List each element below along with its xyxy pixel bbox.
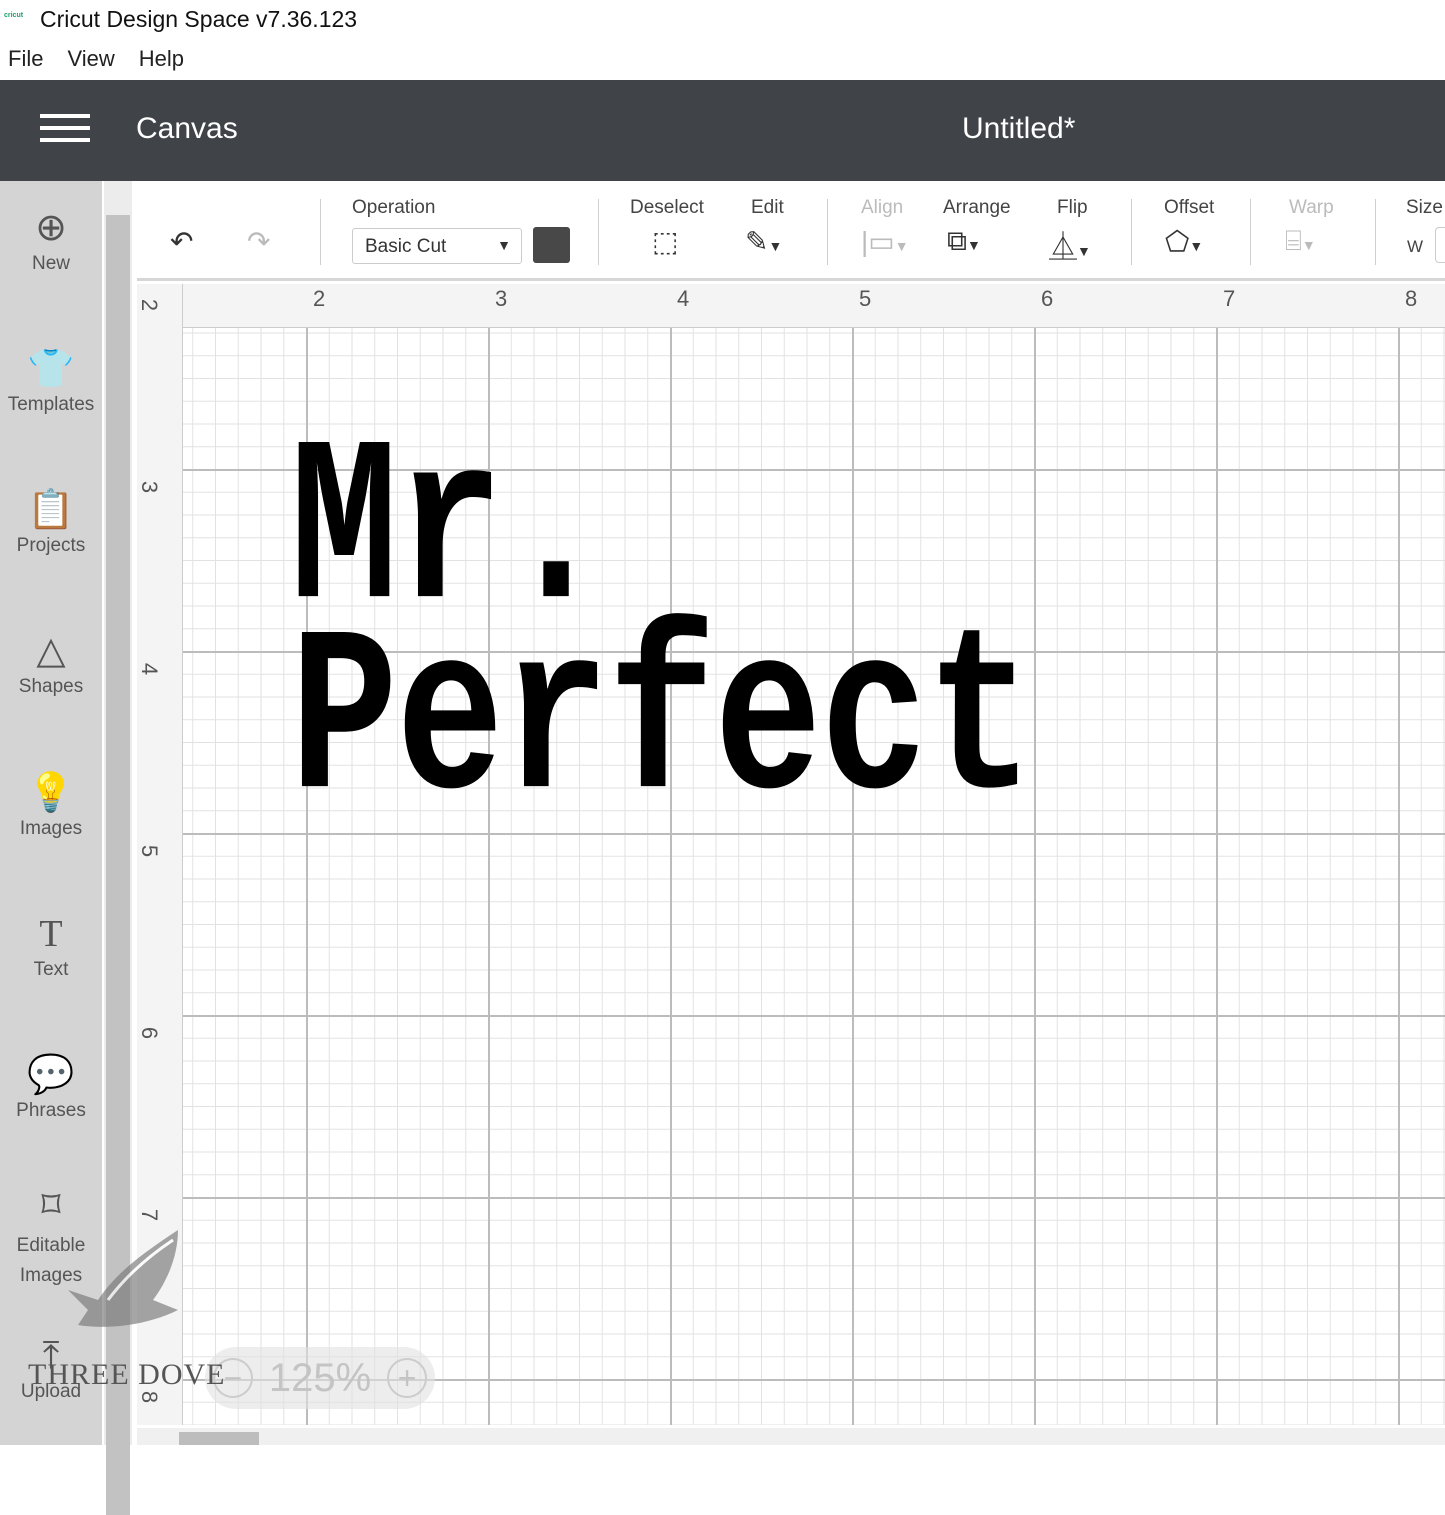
arrange-icon[interactable]: ⧉▼ (947, 225, 981, 258)
ruler-label: 5 (859, 286, 872, 311)
operation-select[interactable]: Basic Cut ▼ (352, 228, 522, 264)
align-icon[interactable]: |▭▼ (861, 225, 909, 258)
size-label: Size (1406, 197, 1443, 218)
edit-label: Edit (751, 197, 784, 218)
arrange-label: Arrange (943, 197, 1011, 218)
canvas-text-line-2[interactable]: Perfect (290, 608, 1034, 842)
watermark-text: THREE DOVE (28, 1358, 226, 1391)
clipboard-icon: 📋 (27, 489, 75, 531)
toolbar: ↶ ↷ Operation Basic Cut ▼ Deselect ⬚ Edit… (137, 181, 1445, 281)
menu-bar: File View Help (0, 40, 200, 78)
app-header: Canvas Untitled* (0, 80, 1445, 181)
menu-help[interactable]: Help (139, 46, 184, 72)
horizontal-scrollbar[interactable] (137, 1428, 1445, 1445)
ruler-label: 3 (495, 286, 508, 311)
warp-icon[interactable]: ⌸▼ (1285, 225, 1316, 258)
edit-pencil-icon[interactable]: ✎▼ (745, 225, 782, 258)
width-input[interactable] (1435, 227, 1445, 263)
shapes-icon: △ (36, 630, 66, 672)
menu-file[interactable]: File (8, 46, 43, 72)
offset-icon[interactable]: ⬠▼ (1165, 225, 1203, 258)
ruler-label: 7 (1223, 286, 1236, 311)
deselect-label: Deselect (630, 197, 704, 218)
document-title[interactable]: Untitled* (962, 112, 1075, 146)
section-title: Canvas (136, 112, 238, 145)
ruler-label: 7 (137, 1208, 163, 1222)
ruler-label: 6 (137, 1026, 163, 1040)
ruler-label: 2 (137, 298, 163, 312)
zoom-in-button[interactable]: + (387, 1358, 428, 1398)
ruler-label: 2 (313, 286, 326, 311)
redo-icon[interactable]: ↷ (247, 225, 270, 258)
operation-color-swatch[interactable] (533, 227, 570, 263)
sidebar-item-phrases[interactable]: 💬 Phrases (0, 1050, 102, 1122)
sidebar-item-templates[interactable]: 👕 Templates (0, 344, 102, 416)
scrollbar-thumb[interactable] (179, 1432, 259, 1445)
menu-view[interactable]: View (67, 46, 114, 72)
editable-image-icon: ⌑ (41, 1185, 61, 1227)
plus-circle-icon: ⊕ (35, 207, 67, 249)
zoom-level: 125% (268, 1355, 372, 1400)
ruler-label: 5 (137, 844, 163, 858)
align-label: Align (861, 197, 904, 218)
ruler-label: 4 (677, 286, 690, 311)
sidebar-item-images[interactable]: 💡 Images (0, 768, 102, 840)
deselect-icon[interactable]: ⬚ (652, 225, 678, 258)
offset-label: Offset (1164, 197, 1215, 218)
ruler-label: 8 (137, 1390, 163, 1404)
ruler-label: 6 (1041, 286, 1054, 311)
speech-bubble-icon: 💬 (27, 1054, 75, 1096)
warp-label: Warp (1289, 197, 1334, 218)
operation-label: Operation (352, 197, 436, 218)
text-icon: T (39, 913, 63, 955)
width-label: W (1407, 237, 1424, 256)
window-title: Cricut Design Space v7.36.123 (40, 5, 358, 32)
app-logo: cricut (4, 12, 24, 19)
horizontal-ruler: 2 3 4 5 6 7 8 (137, 284, 1445, 328)
divider (1375, 199, 1376, 265)
flip-label: Flip (1057, 197, 1088, 218)
dove-logo-watermark (68, 1230, 178, 1327)
sidebar-item-new[interactable]: ⊕ New (0, 203, 102, 275)
sidebar-item-projects[interactable]: 📋 Projects (0, 485, 102, 557)
title-bar: cricut Cricut Design Space v7.36.123 (0, 0, 1445, 38)
ruler-label: 3 (137, 480, 163, 494)
ruler-label: 4 (137, 662, 163, 676)
hamburger-menu-icon[interactable] (40, 114, 90, 146)
ruler-label: 8 (1405, 286, 1418, 311)
divider (320, 199, 321, 265)
sidebar-item-text[interactable]: T Text (0, 909, 102, 981)
divider (598, 199, 599, 265)
lightbulb-icon: 💡 (27, 772, 75, 814)
sidebar-item-shapes[interactable]: △ Shapes (0, 626, 102, 698)
chevron-down-icon: ▼ (497, 237, 511, 253)
zoom-control: − 125% + (205, 1347, 435, 1409)
divider (827, 199, 828, 265)
shirt-icon: 👕 (27, 348, 75, 390)
divider (1250, 199, 1251, 265)
flip-icon[interactable]: ⏅▼ (1049, 225, 1091, 265)
undo-icon[interactable]: ↶ (170, 225, 193, 258)
divider (1131, 199, 1132, 265)
